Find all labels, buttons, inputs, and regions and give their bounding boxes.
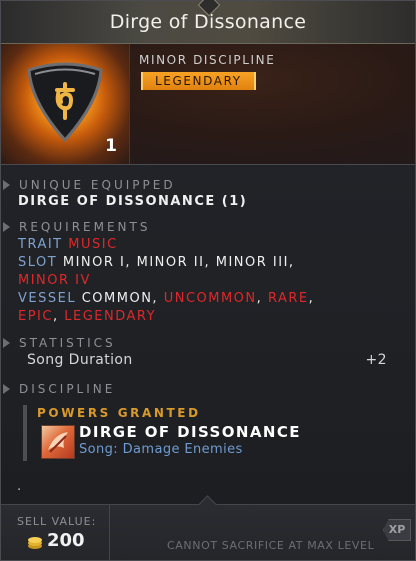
- trailing-dot: .: [17, 479, 22, 494]
- footer-notch: [198, 495, 217, 514]
- power-name: DIRGE OF DISSONANCE: [79, 423, 301, 441]
- footer-divider: [109, 505, 110, 560]
- rune-gem-icon: [27, 62, 103, 143]
- requirement-slot-unmet: MINOR IV: [18, 273, 91, 288]
- sell-value-label: SELL VALUE:: [17, 515, 97, 528]
- discipline-heading: DISCIPLINE: [2, 382, 116, 396]
- powers-granted-heading: POWERS GRANTED: [37, 406, 201, 420]
- stat-name: Song Duration: [27, 352, 133, 368]
- requirement-trait: TRAIT MUSIC: [18, 237, 118, 252]
- stat-row: Song Duration +2: [27, 352, 387, 368]
- xp-badge: XP: [383, 519, 411, 541]
- tooltip-footer: SELL VALUE: 200 CANNOT SACRIFICE AT MAX …: [1, 495, 415, 560]
- item-count: 1: [105, 136, 117, 156]
- coin-stack-icon: [28, 537, 42, 549]
- requirements-heading: REQUIREMENTS: [2, 220, 151, 234]
- statistics-heading: STATISTICS: [3, 336, 116, 350]
- song-power-icon: [41, 425, 75, 459]
- sacrifice-note: CANNOT SACRIFICE AT MAX LEVEL: [167, 539, 375, 552]
- item-tooltip: Dirge of Dissonance 1 MINOR DISCIPLINE L…: [0, 0, 416, 561]
- song-power-glyph-icon: [48, 432, 68, 453]
- powers-accent-bar: [23, 405, 27, 461]
- item-header: 1 MINOR DISCIPLINE LEGENDARY: [1, 44, 415, 165]
- power-description: Song: Damage Enemies: [79, 442, 243, 457]
- stat-value: +2: [365, 352, 387, 368]
- item-type: MINOR DISCIPLINE: [139, 53, 276, 67]
- requirement-vessel: VESSEL COMMON, UNCOMMON, RARE,: [18, 291, 315, 306]
- unique-equipped-value: DIRGE OF DISSONANCE (1): [18, 194, 248, 209]
- unique-equipped-heading: UNIQUE EQUIPPED: [3, 178, 176, 192]
- sell-value: 200: [47, 530, 85, 551]
- requirement-vessel-cont: EPIC, LEGENDARY: [18, 309, 157, 324]
- item-icon-frame: 1: [1, 44, 130, 164]
- requirement-slot: SLOT MINOR I, MINOR II, MINOR III,: [18, 255, 295, 270]
- rarity-badge: LEGENDARY: [141, 72, 256, 90]
